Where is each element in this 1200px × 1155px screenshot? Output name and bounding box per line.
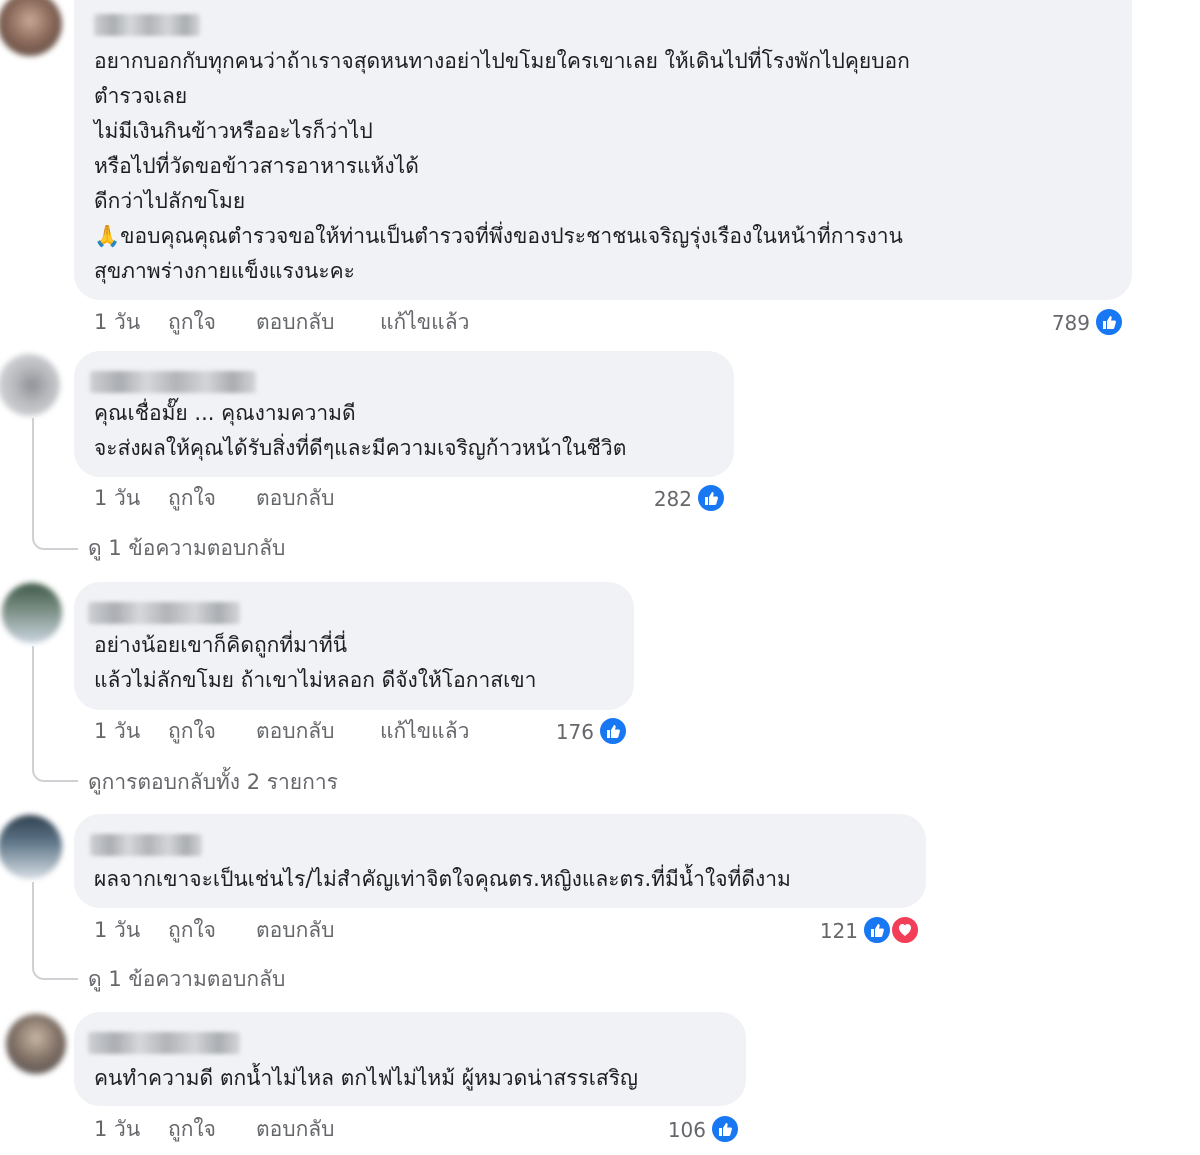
author-name[interactable] [88, 602, 240, 624]
avatar[interactable] [0, 354, 60, 416]
comment-line: สุขภาพร่างกายแข็งแรงนะคะ [94, 259, 355, 283]
thread-connector [32, 882, 78, 980]
like-icon[interactable] [598, 716, 628, 746]
like-button[interactable]: ถูกใจ [168, 483, 216, 513]
comment-text: อย่างน้อยเขาก็คิดถูกที่มาที่นี่ แล้วไม่ล… [94, 628, 536, 698]
comment-line: ตำรวจเลย [94, 84, 188, 108]
like-icon[interactable] [1094, 307, 1124, 337]
timestamp-link[interactable]: 1 วัน [94, 1114, 140, 1144]
like-button[interactable]: ถูกใจ [168, 1114, 216, 1144]
author-name[interactable] [90, 371, 256, 393]
reply-button[interactable]: ตอบกลับ [256, 1114, 335, 1144]
reply-button[interactable]: ตอบกลับ [256, 915, 335, 945]
timestamp-link[interactable]: 1 วัน [94, 915, 140, 945]
comment-line: อย่างน้อยเขาก็คิดถูกที่มาที่นี่ [94, 633, 348, 657]
timestamp-link[interactable]: 1 วัน [94, 307, 140, 337]
edited-label[interactable]: แก้ไขแล้ว [380, 307, 469, 337]
thread-connector [32, 646, 78, 782]
like-button[interactable]: ถูกใจ [168, 915, 216, 945]
comment-line: 🙏ขอบคุณคุณตำรวจขอให้ท่านเป็นตำรวจที่พึ่ง… [94, 224, 903, 248]
comment-text: คนทำความดี ตกน้ำไม่ไหล ตกไฟไม่ไหม้ ผู้หม… [94, 1061, 638, 1096]
thread-connector [32, 418, 78, 550]
reaction-count[interactable]: 282 [632, 484, 692, 514]
view-replies-link[interactable]: ดูการตอบกลับทั้ง 2 รายการ [88, 766, 338, 798]
comment-actions: 1 วัน ถูกใจ ตอบกลับ [94, 1114, 494, 1144]
reply-button[interactable]: ตอบกลับ [256, 307, 335, 337]
avatar[interactable] [2, 583, 62, 643]
reaction-count[interactable]: 176 [534, 717, 594, 747]
comment-actions: 1 วัน ถูกใจ ตอบกลับ [94, 483, 494, 513]
comment-line: อยากบอกกับทุกคนว่าถ้าเราจสุดหนทางอย่าไปข… [94, 49, 910, 73]
comment-line: คุณเชื่อมั๊ย ... คุณงามความดี [94, 401, 356, 425]
avatar[interactable] [6, 1014, 66, 1074]
like-icon[interactable] [862, 915, 892, 945]
like-icon[interactable] [710, 1114, 740, 1144]
avatar[interactable] [0, 0, 62, 56]
author-name[interactable] [88, 1032, 240, 1054]
view-replies-link[interactable]: ดู 1 ข้อความตอบกลับ [88, 963, 285, 995]
comment-text: ผลจากเขาจะเป็นเช่นไร/ไม่สำคัญเท่าจิตใจคุ… [94, 862, 791, 897]
comment-line: ไม่มีเงินกินข้าวหรืออะไรก็ว่าไป [94, 119, 373, 143]
love-icon[interactable] [890, 915, 920, 945]
timestamp-link[interactable]: 1 วัน [94, 716, 140, 746]
comment-text: คุณเชื่อมั๊ย ... คุณงามความดี จะส่งผลให้… [94, 396, 626, 466]
reaction-count[interactable]: 121 [798, 916, 858, 946]
author-name[interactable] [90, 834, 202, 856]
comment-line: คนทำความดี ตกน้ำไม่ไหล ตกไฟไม่ไหม้ ผู้หม… [94, 1066, 638, 1090]
comment-actions: 1 วัน ถูกใจ ตอบกลับ แก้ไขแล้ว [94, 307, 594, 337]
edited-label[interactable]: แก้ไขแล้ว [380, 716, 469, 746]
reply-button[interactable]: ตอบกลับ [256, 483, 335, 513]
comment-actions: 1 วัน ถูกใจ ตอบกลับ แก้ไขแล้ว [94, 716, 554, 746]
reply-button[interactable]: ตอบกลับ [256, 716, 335, 746]
like-button[interactable]: ถูกใจ [168, 307, 216, 337]
timestamp-link[interactable]: 1 วัน [94, 483, 140, 513]
author-name[interactable] [94, 14, 200, 36]
comment-line: ผลจากเขาจะเป็นเช่นไร/ไม่สำคัญเท่าจิตใจคุ… [94, 867, 791, 891]
like-button[interactable]: ถูกใจ [168, 716, 216, 746]
comment-line: ดีกว่าไปลักขโมย [94, 189, 246, 213]
reaction-count[interactable]: 106 [646, 1115, 706, 1145]
comment-actions: 1 วัน ถูกใจ ตอบกลับ [94, 915, 494, 945]
view-replies-link[interactable]: ดู 1 ข้อความตอบกลับ [88, 532, 285, 564]
comment-text: อยากบอกกับทุกคนว่าถ้าเราจสุดหนทางอย่าไปข… [94, 44, 910, 289]
reaction-count[interactable]: 789 [1030, 308, 1090, 338]
avatar[interactable] [0, 815, 62, 879]
like-icon[interactable] [696, 483, 726, 513]
comment-line: จะส่งผลให้คุณได้รับสิ่งที่ดีๆและมีความเจ… [94, 436, 627, 460]
comment-line: หรือไปที่วัดขอข้าวสารอาหารแห้งได้ [94, 154, 419, 178]
comment-line: แล้วไม่ลักขโมย ถ้าเขาไม่หลอก ดีจังให้โอก… [94, 668, 537, 692]
